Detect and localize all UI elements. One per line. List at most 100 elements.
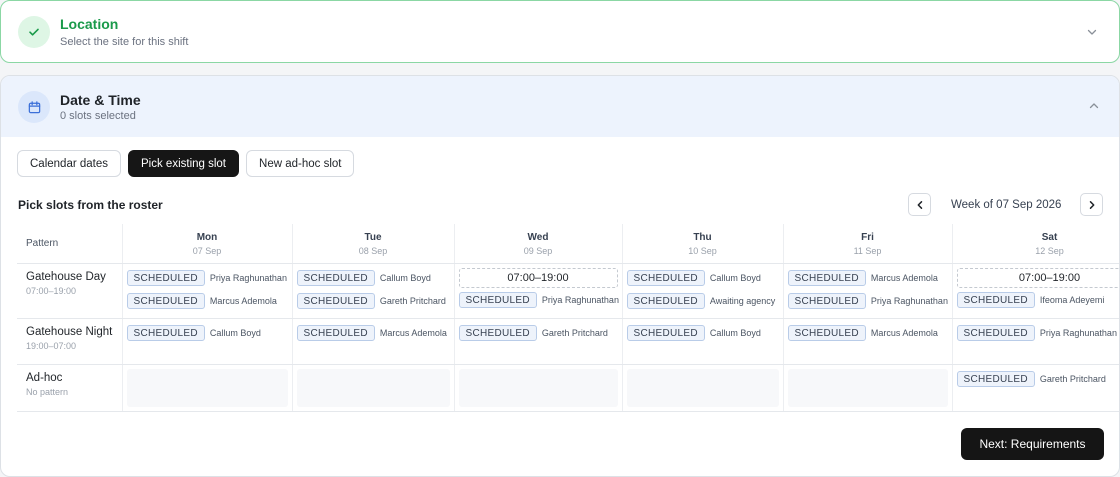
scheduled-badge[interactable]: SCHEDULED <box>458 291 537 308</box>
cell-content: SCHEDULED Priya Raghunathan <box>953 319 1120 342</box>
scheduled-slot[interactable]: SCHEDULED Callum Boyd <box>626 324 779 342</box>
roster-cell <box>783 364 953 412</box>
scheduled-badge[interactable]: SCHEDULED <box>787 292 866 309</box>
roster-cell: SCHEDULED Callum Boyd <box>622 318 784 365</box>
scheduled-slot[interactable]: SCHEDULED Callum Boyd <box>296 269 450 287</box>
scheduled-badge[interactable]: SCHEDULED <box>787 269 866 286</box>
roster-cell <box>454 364 623 412</box>
pattern-label-cell: Gatehouse Night 19:00–07:00 <box>17 318 123 365</box>
roster-cell: SCHEDULED Marcus Ademola <box>783 318 953 365</box>
calendar-icon <box>18 91 50 123</box>
scheduled-slot[interactable]: SCHEDULED Priya Raghunathan <box>458 291 619 309</box>
scheduled-badge[interactable]: SCHEDULED <box>126 324 205 341</box>
cell-content: 07:00–19:00 SCHEDULED Priya Raghunathan <box>455 264 622 309</box>
scheduled-badge[interactable]: SCHEDULED <box>956 370 1035 387</box>
scheduled-badge[interactable]: SCHEDULED <box>126 269 205 286</box>
assignee-name: Priya Raghunathan <box>870 295 948 306</box>
roster-cell: SCHEDULED Priya Raghunathan SCHEDULED Marcu… <box>122 263 293 319</box>
scheduled-slot[interactable]: SCHEDULED Priya Raghunathan <box>787 292 948 310</box>
scheduled-badge[interactable]: SCHEDULED <box>458 324 537 341</box>
scheduled-badge[interactable]: SCHEDULED <box>956 291 1035 308</box>
day-date: 12 Sep <box>1035 246 1064 256</box>
location-subtitle: Select the site for this shift <box>60 36 189 48</box>
assignee-name: Priya Raghunathan <box>541 294 619 305</box>
empty-slot-cell <box>787 368 948 407</box>
assignee-name: Callum Boyd <box>379 272 431 283</box>
roster-cell: SCHEDULED Gareth Pritchard <box>952 364 1120 412</box>
roster-cell: SCHEDULED Marcus Ademola <box>292 318 455 365</box>
scheduled-slot[interactable]: SCHEDULED Gareth Pritchard <box>296 292 450 310</box>
date-time-header[interactable]: Date & Time 0 slots selected <box>1 76 1119 137</box>
prev-week-button[interactable] <box>908 193 931 216</box>
scheduled-slot[interactable]: SCHEDULED Marcus Ademola <box>126 292 288 310</box>
roster-cell: 07:00–19:00 SCHEDULED Ifeoma Adeyemi <box>952 263 1120 319</box>
roster-grid: Pattern Mon 07 Sep Tue 08 Sep Wed 09 Sep Th… <box>17 224 1120 412</box>
chevron-left-icon <box>917 200 922 209</box>
day-header-tue: Tue 08 Sep <box>292 224 455 264</box>
assignee-name: Awaiting agency <box>709 295 776 306</box>
scheduled-badge[interactable]: SCHEDULED <box>296 292 375 309</box>
tab-pick-existing-slot[interactable]: Pick existing slot <box>128 150 240 177</box>
assignee-name: Marcus Ademola <box>870 272 938 283</box>
open-slot-button[interactable]: 07:00–19:00 <box>956 267 1119 288</box>
open-slot-button[interactable]: 07:00–19:00 <box>458 267 618 288</box>
scheduled-badge[interactable]: SCHEDULED <box>626 324 705 341</box>
assignee-name: Ifeoma Adeyemi <box>1039 294 1105 305</box>
cell-content: SCHEDULED Gareth Pritchard <box>455 319 622 342</box>
scheduled-badge[interactable]: SCHEDULED <box>296 324 375 341</box>
pattern-time: No pattern <box>26 386 69 397</box>
pattern-time: 19:00–07:00 <box>26 340 77 351</box>
scheduled-badge[interactable]: SCHEDULED <box>296 269 375 286</box>
scheduled-badge[interactable]: SCHEDULED <box>787 324 866 341</box>
day-date: 11 Sep <box>853 246 882 256</box>
pattern-label-cell: Gatehouse Day 07:00–19:00 <box>17 263 123 319</box>
roster-cell: SCHEDULED Priya Raghunathan <box>952 318 1120 365</box>
roster-cell: SCHEDULED Gareth Pritchard <box>454 318 623 365</box>
scheduled-slot[interactable]: SCHEDULED Callum Boyd <box>126 324 288 342</box>
chevron-down-icon[interactable] <box>1085 25 1099 39</box>
day-header-wed: Wed 09 Sep <box>454 224 623 264</box>
date-time-panel: Date & Time 0 slots selected Calendar da… <box>0 75 1120 477</box>
next-requirements-button[interactable]: Next: Requirements <box>961 428 1104 460</box>
tab-new-ad-hoc-slot[interactable]: New ad-hoc slot <box>246 150 355 177</box>
day-header-fri: Fri 11 Sep <box>783 224 953 264</box>
scheduled-slot[interactable]: SCHEDULED Awaiting agency <box>626 292 779 310</box>
assignee-name: Priya Raghunathan <box>209 272 287 283</box>
cell-content: 07:00–19:00 SCHEDULED Ifeoma Adeyemi <box>953 264 1120 309</box>
scheduled-badge[interactable]: SCHEDULED <box>626 269 705 286</box>
scheduled-slot[interactable]: SCHEDULED Priya Raghunathan <box>956 324 1120 342</box>
location-title: Location <box>60 16 119 32</box>
scheduled-slot[interactable]: SCHEDULED Marcus Ademola <box>787 324 948 342</box>
cell-content: SCHEDULED Callum Boyd <box>623 319 783 342</box>
cell-content: SCHEDULED Marcus Ademola <box>784 319 952 342</box>
next-week-button[interactable] <box>1080 193 1103 216</box>
cell-content: SCHEDULED Gareth Pritchard <box>953 365 1120 388</box>
scheduled-slot[interactable]: SCHEDULED Ifeoma Adeyemi <box>956 291 1120 309</box>
chevron-up-icon[interactable] <box>1087 99 1101 113</box>
assignee-name: Callum Boyd <box>709 272 761 283</box>
tab-calendar-dates[interactable]: Calendar dates <box>17 150 121 177</box>
cell-content: SCHEDULED Marcus Ademola SCHEDULED Priya Ra… <box>784 264 952 310</box>
scheduled-slot[interactable]: SCHEDULED Priya Raghunathan <box>126 269 288 287</box>
pattern-time: 07:00–19:00 <box>26 285 77 296</box>
day-header-mon: Mon 07 Sep <box>122 224 293 264</box>
scheduled-slot[interactable]: SCHEDULED Callum Boyd <box>626 269 779 287</box>
scheduled-slot[interactable]: SCHEDULED Marcus Ademola <box>296 324 450 342</box>
scheduled-badge[interactable]: SCHEDULED <box>956 324 1035 341</box>
pattern-name: Gatehouse Night <box>26 325 113 338</box>
cell-content: SCHEDULED Callum Boyd SCHEDULED Gareth Prit… <box>293 264 454 310</box>
scheduled-slot[interactable]: SCHEDULED Gareth Pritchard <box>956 370 1120 388</box>
scheduled-badge[interactable]: SCHEDULED <box>126 292 205 309</box>
scheduled-slot[interactable]: SCHEDULED Marcus Ademola <box>787 269 948 287</box>
location-panel[interactable]: Location Select the site for this shift <box>0 0 1120 63</box>
assignee-name: Callum Boyd <box>709 327 761 338</box>
week-label: Week of 07 Sep 2026 <box>951 199 1062 211</box>
scheduled-badge[interactable]: SCHEDULED <box>626 292 705 309</box>
day-name: Wed <box>527 232 549 243</box>
assignee-name: Priya Raghunathan <box>1039 327 1117 338</box>
empty-slot-cell <box>626 368 779 407</box>
roster-row: Ad-hoc No pattern SCHEDULED Gareth Pritchar… <box>17 364 1120 412</box>
day-name: Mon <box>196 232 218 243</box>
empty-slot-cell <box>458 368 618 407</box>
scheduled-slot[interactable]: SCHEDULED Gareth Pritchard <box>458 324 618 342</box>
